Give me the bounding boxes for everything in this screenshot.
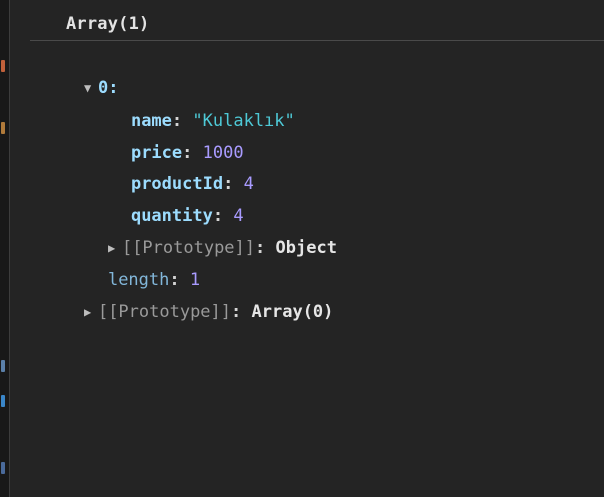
property-name[interactable]: name: "Kulaklık" <box>90 88 295 131</box>
console-message-header[interactable]: Array(1) <box>30 0 604 41</box>
editor-gutter <box>0 0 10 497</box>
property-quantity[interactable]: quantity: 4 <box>90 183 244 226</box>
array-summary[interactable]: Array(1) <box>66 14 149 34</box>
property-price[interactable]: price: 1000 <box>90 120 244 163</box>
property-value: 4 <box>243 174 254 194</box>
prototype-value: Array(0) <box>251 302 334 322</box>
gutter-marker <box>1 60 5 72</box>
colon: : <box>231 302 242 322</box>
gutter-marker <box>1 122 5 134</box>
array-item-0-toggle[interactable]: ▼ 0: <box>43 55 118 98</box>
property-length[interactable]: length: 1 <box>67 247 200 290</box>
prototype-key: [[Prototype]] <box>97 302 232 322</box>
gutter-marker <box>1 395 5 407</box>
array-prototype-toggle[interactable]: ▶ [[Prototype]]: Array(0) <box>43 279 333 322</box>
colon: : <box>255 238 266 258</box>
item-prototype-toggle[interactable]: ▶ [[Prototype]]: Object <box>67 215 337 258</box>
triangle-right-icon[interactable]: ▶ <box>84 301 98 323</box>
console-panel: Array(1) ▼ 0: name: "Kulaklık" price: 100… <box>10 0 604 497</box>
gutter-marker <box>1 360 5 372</box>
gutter-marker <box>1 462 5 474</box>
property-productId[interactable]: productId: 4 <box>90 151 254 194</box>
prototype-value: Object <box>275 238 337 258</box>
